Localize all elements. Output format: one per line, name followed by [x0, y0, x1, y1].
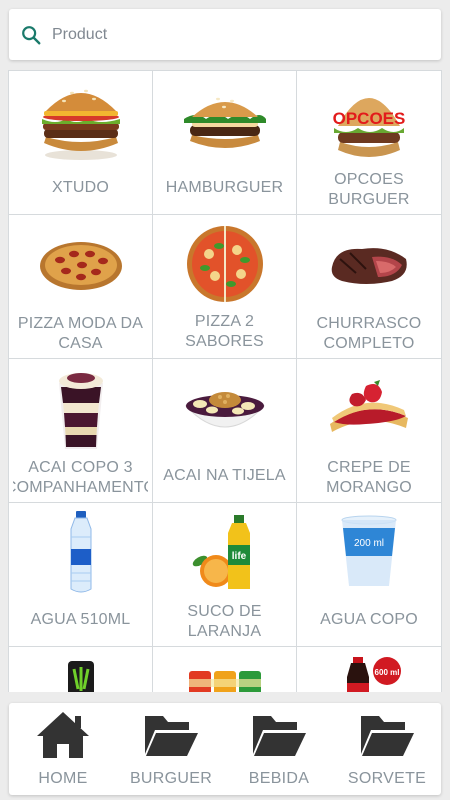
hamburger-image — [153, 73, 296, 167]
folder-icon — [361, 716, 414, 756]
acai-bowl-image — [153, 361, 296, 455]
product-label: ACAI COPO 3 ACOMPANHAMENTOS — [13, 459, 148, 496]
search-icon — [22, 25, 41, 44]
product-card-pizza-moda-da-casa[interactable]: PIZZA MODA DA CASA — [9, 215, 152, 358]
product-card-opcoes-burguer[interactable]: OPCOES OPCOES BURGUER — [297, 71, 441, 214]
strawberry-crepe-image — [297, 361, 441, 455]
pizza-two-flavors-image — [153, 217, 296, 311]
cola-bottle-image: 600 ml — [297, 649, 441, 692]
product-card-xtudo[interactable]: XTUDO — [9, 71, 152, 214]
svg-text:OPCOES: OPCOES — [333, 109, 406, 128]
product-card-cola[interactable]: 600 ml — [297, 647, 441, 692]
product-card-soda-cans[interactable] — [153, 647, 296, 692]
grilled-steak-image — [297, 217, 441, 311]
product-card-pizza-2-sabores[interactable]: PIZZA 2 SABORES — [153, 215, 296, 358]
product-card-agua-510ml[interactable]: AGUA 510ML — [9, 503, 152, 646]
product-label: ACAI NA TIJELA — [163, 467, 286, 484]
nav-label: HOME — [38, 770, 88, 787]
folder-icon — [145, 716, 198, 756]
pepperoni-pizza-image — [9, 217, 152, 311]
nav-bebida[interactable]: BEBIDA — [225, 703, 333, 795]
nav-label: SORVETE — [347, 770, 427, 787]
search-bar[interactable] — [9, 9, 441, 60]
svg-text:life: life — [231, 551, 246, 562]
home-icon — [37, 712, 89, 758]
product-card-hamburguer[interactable]: HAMBURGUER — [153, 71, 296, 214]
product-label: PIZZA 2 SABORES — [185, 313, 264, 350]
product-card-energy-drink[interactable] — [9, 647, 152, 692]
acai-cup-image — [9, 361, 152, 455]
nav-home[interactable]: HOME — [9, 703, 117, 795]
burger-opcoes-image: OPCOES — [297, 73, 441, 167]
product-card-agua-copo[interactable]: 200 ml AGUA COPO — [297, 503, 441, 646]
water-cup-image: 200 ml — [297, 505, 441, 599]
xtudo-image — [9, 73, 152, 167]
product-label: XTUDO — [52, 179, 109, 196]
product-label: CREPE DE MORANGO — [326, 459, 412, 496]
soda-cans-image — [153, 649, 296, 692]
water-bottle-image — [9, 505, 152, 599]
energy-can-image — [9, 649, 152, 692]
svg-text:200 ml: 200 ml — [354, 538, 384, 549]
product-card-acai-copo[interactable]: ACAI COPO 3 ACOMPANHAMENTOS — [9, 359, 152, 502]
svg-text:600 ml: 600 ml — [375, 668, 400, 677]
nav-label: BURGUER — [129, 770, 213, 787]
product-card-suco-de-laranja[interactable]: life SUCO DE LARANJA NATURAL — [153, 503, 296, 646]
product-label: AGUA 510ML — [30, 611, 131, 628]
product-label: SUCO DE LARANJA NATURAL — [187, 603, 262, 640]
product-grid: XTUDO HAMBURGUER OPCOES OPCOES BURGUER P… — [8, 70, 442, 692]
search-input[interactable] — [52, 25, 412, 44]
product-card-churrasco-completo[interactable]: CHURRASCO COMPLETO — [297, 215, 441, 358]
orange-juice-image: life — [153, 505, 296, 599]
nav-label: BEBIDA — [248, 770, 310, 787]
bottom-nav: HOME BURGUER BEBIDA SORVETE — [9, 703, 441, 795]
product-card-acai-na-tijela[interactable]: ACAI NA TIJELA — [153, 359, 296, 502]
nav-burguer[interactable]: BURGUER — [117, 703, 225, 795]
product-label: PIZZA MODA DA CASA — [17, 315, 144, 352]
nav-sorvete[interactable]: SORVETE — [333, 703, 441, 795]
product-card-crepe-de-morango[interactable]: CREPE DE MORANGO — [297, 359, 441, 502]
product-label: CHURRASCO COMPLETO — [316, 315, 422, 352]
product-label: OPCOES BURGUER — [328, 171, 410, 208]
folder-icon — [253, 716, 306, 756]
product-label: AGUA COPO — [320, 611, 418, 628]
product-label: HAMBURGUER — [165, 179, 284, 196]
